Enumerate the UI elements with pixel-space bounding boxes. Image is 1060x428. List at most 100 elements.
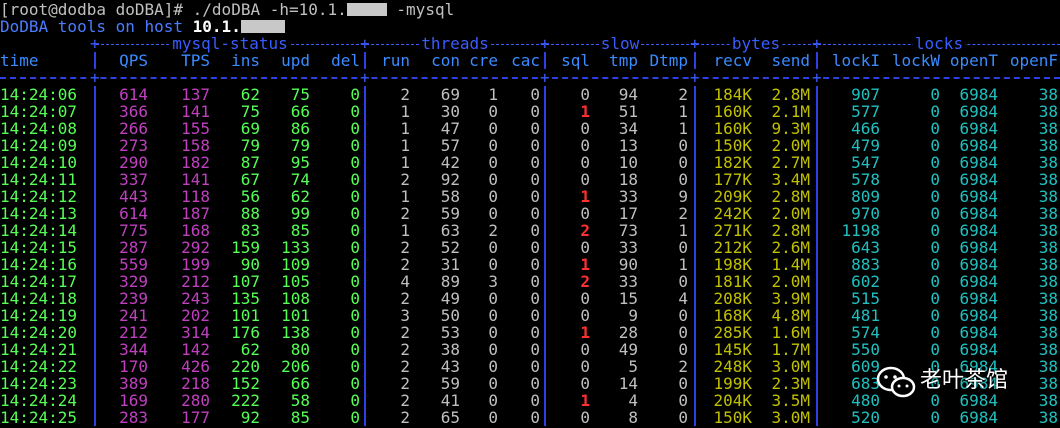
column-separator (816, 188, 818, 205)
cell-lockw: 0 (930, 408, 940, 427)
separator-plus: + (690, 68, 700, 87)
column-separator (544, 188, 546, 205)
cell-openf: 38 (1038, 187, 1058, 206)
cell-upd: 109 (281, 255, 310, 274)
cell-openf: 38 (1038, 289, 1058, 308)
cell-cac: 0 (530, 170, 540, 189)
cell-con: 42 (440, 153, 460, 172)
column-separator (364, 375, 366, 392)
cell-cre: 3 (488, 272, 498, 291)
cell-del: 0 (350, 153, 360, 172)
cell-opent: 6984 (959, 136, 998, 155)
group-plus: + (360, 34, 370, 53)
cell-qps: 283 (119, 408, 148, 427)
column-separator (816, 290, 818, 307)
cell-cac: 0 (530, 85, 540, 104)
cell-qps: 614 (119, 204, 148, 223)
table-row: 14:24:14 775 168 83 85 0 1 63 2 0 2 73 1 271K 2.8M 1198… (0, 222, 1060, 239)
cell-del: 0 (350, 85, 360, 104)
cell-lockw: 0 (930, 85, 940, 104)
cell-qps: 775 (119, 221, 148, 240)
cell-cre: 0 (488, 255, 498, 274)
column-separator (694, 103, 696, 120)
cell-sql: 2 (580, 272, 590, 291)
cell-cac: 0 (530, 391, 540, 410)
table-row: 14:24:17 329 212 107 105 0 4 89 3 0 2 33 0 181K 2.0M 60… (0, 273, 1060, 290)
column-separator (694, 307, 696, 324)
cell-con: 59 (440, 204, 460, 223)
cell-sql: 1 (580, 255, 590, 274)
cell-tps: 137 (181, 85, 210, 104)
cell-openf: 38 (1038, 221, 1058, 240)
cell-send: 3.4M (771, 170, 810, 189)
cell-recv: 208K (713, 289, 752, 308)
cell-dtmp: 0 (678, 238, 688, 257)
column-separator (364, 205, 366, 222)
cell-locki: 970 (851, 204, 880, 223)
cell-send: 3.0M (771, 357, 810, 376)
column-header-cac: cac (511, 51, 540, 70)
cell-locki: 515 (851, 289, 880, 308)
column-separator (364, 188, 366, 205)
cell-recv: 198K (713, 255, 752, 274)
cell-cac: 0 (530, 119, 540, 138)
cell-tmp: 73 (618, 221, 638, 240)
cell-opent: 6984 (959, 85, 998, 104)
cell-cac: 0 (530, 187, 540, 206)
cell-cac: 0 (530, 255, 540, 274)
cell-send: 1.4M (771, 255, 810, 274)
column-header-sql: sql (561, 51, 590, 70)
cell-time: 14:24:09 (0, 136, 78, 155)
cell-run: 2 (400, 323, 410, 342)
cell-upd: 86 (290, 119, 310, 138)
cell-dtmp: 4 (678, 289, 688, 308)
cell-del: 0 (350, 102, 360, 121)
cell-qps: 212 (119, 323, 148, 342)
column-separator (816, 120, 818, 137)
cell-upd: 99 (290, 204, 310, 223)
cell-sql: 0 (580, 408, 590, 427)
column-separator (694, 409, 696, 426)
column-separator (364, 256, 366, 273)
group-label-bytes: bytes (696, 34, 816, 53)
cell-cre: 0 (488, 119, 498, 138)
column-header-con: con (431, 51, 460, 70)
cell-sql: 0 (580, 306, 590, 325)
column-separator (364, 103, 366, 120)
cell-recv: 177K (713, 170, 752, 189)
cell-tps: 280 (181, 391, 210, 410)
watermark-text: 老叶茶馆 (920, 368, 1009, 393)
cell-send: 1.7M (771, 340, 810, 359)
column-separator (94, 273, 96, 290)
cell-openf: 38 (1038, 136, 1058, 155)
cell-tps: 118 (181, 187, 210, 206)
cell-ins: 92 (240, 408, 260, 427)
separator-plus: + (90, 68, 100, 87)
column-separator (694, 120, 696, 137)
cell-lockw: 0 (930, 255, 940, 274)
column-separator (94, 52, 96, 69)
cell-con: 30 (440, 102, 460, 121)
cell-ins: 69 (240, 119, 260, 138)
cell-del: 0 (350, 357, 360, 376)
cell-sql: 2 (580, 221, 590, 240)
cell-con: 63 (440, 221, 460, 240)
cell-tps: 142 (181, 340, 210, 359)
cell-del: 0 (350, 408, 360, 427)
cell-lockw: 0 (930, 306, 940, 325)
cell-cac: 0 (530, 374, 540, 393)
cell-run: 2 (400, 391, 410, 410)
cell-sql: 0 (580, 204, 590, 223)
cell-openf: 38 (1038, 153, 1058, 172)
terminal-window[interactable]: [root@dodba doDBA]# ./doDBA -h=10.1. -my… (0, 0, 1060, 428)
group-label-locks: locks (818, 34, 1060, 53)
cell-run: 1 (400, 102, 410, 121)
cell-qps: 443 (119, 187, 148, 206)
cell-time: 14:24:23 (0, 374, 78, 393)
host-line: DoDBA tools on host 10.1. (0, 18, 285, 35)
cell-sql: 0 (580, 170, 590, 189)
cell-con: 43 (440, 357, 460, 376)
cell-upd: 105 (281, 272, 310, 291)
cell-send: 3.9M (771, 289, 810, 308)
column-separator (694, 341, 696, 358)
